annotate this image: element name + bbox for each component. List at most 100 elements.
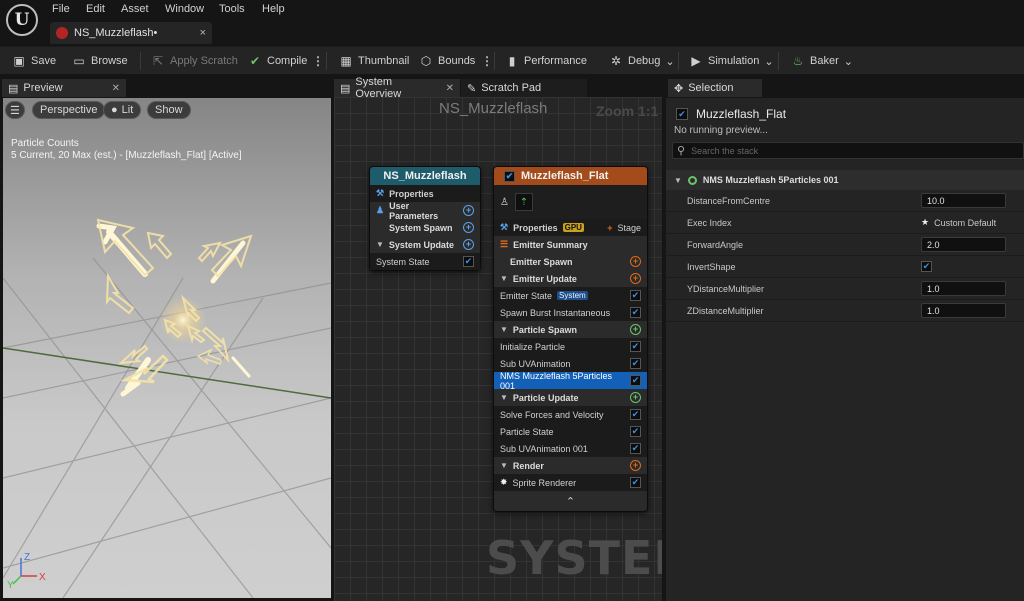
- enabled-checkbox[interactable]: ✔: [630, 358, 641, 369]
- particle-update-row[interactable]: ▼ Particle Update +: [494, 389, 647, 406]
- forward-angle-field[interactable]: 2.0: [921, 237, 1006, 252]
- distance-from-centre-field[interactable]: 10.0: [921, 193, 1006, 208]
- tab-preview[interactable]: ▤ Preview ✕: [2, 79, 126, 97]
- add-user-parameter-icon[interactable]: +: [463, 205, 474, 216]
- emitter-node[interactable]: ✔ Muzzleflash_Flat ♙ ⇡ ⚒ Properties GPU …: [493, 166, 648, 512]
- add-module-icon[interactable]: +: [630, 256, 641, 267]
- system-node[interactable]: NS_Muzzleflash ⚒ Properties ♟ User Param…: [369, 166, 481, 271]
- unreal-logo-icon[interactable]: U: [6, 4, 38, 36]
- viewport-options-button[interactable]: ☰: [5, 101, 25, 119]
- tab-scratch-pad[interactable]: ✎ Scratch Pad: [461, 79, 587, 97]
- collapse-triangle-icon[interactable]: ▼: [674, 176, 682, 185]
- menu-asset[interactable]: Asset: [121, 3, 149, 15]
- add-renderer-icon[interactable]: +: [630, 460, 641, 471]
- add-module-icon[interactable]: +: [630, 324, 641, 335]
- enabled-checkbox[interactable]: ✔: [463, 256, 474, 267]
- add-module-icon[interactable]: +: [463, 222, 474, 233]
- bounds-options-icon[interactable]: ⋮: [481, 54, 493, 68]
- menu-tools[interactable]: Tools: [219, 3, 245, 15]
- tab-system-overview[interactable]: ▤ System Overview ✕: [334, 76, 460, 100]
- sub-uv-animation-001-row[interactable]: Sub UVAnimation 001 ✔: [494, 440, 647, 457]
- enabled-checkbox[interactable]: ✔: [630, 341, 641, 352]
- menu-file[interactable]: File: [52, 3, 70, 15]
- browse-button[interactable]: ▭ Browse: [72, 47, 127, 75]
- emitter-properties-row[interactable]: ⚒ Properties GPU + Stage: [494, 219, 647, 236]
- close-icon[interactable]: ×: [200, 27, 206, 39]
- thumbnail-button[interactable]: ▦ Thumbnail: [339, 47, 409, 75]
- stage-label[interactable]: Stage: [617, 223, 641, 233]
- emitter-summary-row[interactable]: ☰ Emitter Summary: [494, 236, 647, 253]
- sprite-renderer-row[interactable]: ✸ Sprite Renderer ✔: [494, 474, 647, 491]
- enabled-checkbox[interactable]: ✔: [630, 426, 641, 437]
- preview-viewport[interactable]: Z X Y ☰ Perspective ● Lit Show Particle …: [3, 98, 331, 598]
- collapse-triangle-icon[interactable]: ▼: [500, 461, 508, 470]
- enabled-checkbox[interactable]: ✔: [630, 477, 641, 488]
- perspective-button[interactable]: Perspective: [32, 101, 106, 119]
- particle-state-row[interactable]: Particle State ✔: [494, 423, 647, 440]
- system-properties-label: Properties: [389, 188, 434, 199]
- add-module-icon[interactable]: +: [463, 239, 474, 250]
- collapse-triangle-icon[interactable]: ▼: [376, 240, 384, 249]
- system-state-row[interactable]: System State ✔: [370, 253, 480, 270]
- add-module-icon[interactable]: +: [630, 392, 641, 403]
- save-button[interactable]: ▣ Save: [12, 47, 56, 75]
- emitter-spawn-row[interactable]: Emitter Spawn +: [494, 253, 647, 270]
- exec-index-value[interactable]: ★ Custom Default: [921, 217, 996, 228]
- system-graph[interactable]: NS_Muzzleflash Zoom 1:1 SYSTEM NS_Muzzle…: [334, 97, 662, 601]
- enabled-checkbox[interactable]: ✔: [630, 307, 641, 318]
- compile-button[interactable]: ✔ Compile: [248, 47, 307, 75]
- compile-options-icon[interactable]: ⋮: [312, 54, 324, 68]
- folder-icon: ▭: [73, 54, 85, 68]
- collapse-triangle-icon[interactable]: ▼: [500, 393, 508, 402]
- menu-edit[interactable]: Edit: [86, 3, 105, 15]
- tab-selection[interactable]: ✥ Selection: [668, 79, 762, 97]
- close-icon[interactable]: ✕: [112, 83, 120, 94]
- collapse-node-button[interactable]: ⌃: [494, 491, 647, 511]
- menu-window[interactable]: Window: [165, 3, 204, 15]
- emitter-update-row[interactable]: ▼ Emitter Update +: [494, 270, 647, 287]
- user-parameters-row[interactable]: ♟ User Parameters +: [370, 201, 480, 221]
- collapse-triangle-icon[interactable]: ▼: [500, 274, 508, 283]
- solve-forces-row[interactable]: Solve Forces and Velocity ✔: [494, 406, 647, 423]
- sub-uv-animation-row[interactable]: Sub UVAnimation ✔: [494, 355, 647, 372]
- lit-button[interactable]: ● Lit: [103, 101, 142, 119]
- collapse-triangle-icon[interactable]: ▼: [500, 325, 508, 334]
- add-stage-icon[interactable]: +: [607, 223, 612, 233]
- menu-help[interactable]: Help: [262, 3, 285, 15]
- baker-dropdown[interactable]: ♨ Baker ⌄: [791, 47, 853, 75]
- viewport-scene: Z X Y: [3, 218, 331, 598]
- enabled-checkbox[interactable]: ✔: [630, 409, 641, 420]
- nms-module-row-selected[interactable]: NMS Muzzleflash 5Particles 001 ✔: [494, 371, 647, 391]
- separator: [678, 52, 679, 70]
- particle-spawn-row[interactable]: ▼ Particle Spawn +: [494, 321, 647, 338]
- apply-scratch-button[interactable]: ⇱ Apply Scratch: [151, 47, 238, 75]
- debug-dropdown[interactable]: ✲ Debug ⌄: [609, 47, 675, 75]
- document-tab[interactable]: NS_Muzzleflash• ×: [50, 22, 212, 44]
- enabled-checkbox[interactable]: ✔: [630, 443, 641, 454]
- close-icon[interactable]: ✕: [446, 83, 454, 94]
- add-module-icon[interactable]: +: [630, 273, 641, 284]
- render-row[interactable]: ▼ Render +: [494, 457, 647, 474]
- emitter-enabled-checkbox[interactable]: ✔: [676, 108, 688, 120]
- emitter-state-row[interactable]: Emitter State System ✔: [494, 287, 647, 304]
- enabled-checkbox[interactable]: ✔: [630, 375, 641, 386]
- invert-shape-checkbox[interactable]: ✔: [921, 261, 932, 272]
- bounds-button[interactable]: ⬡ Bounds: [419, 47, 476, 75]
- y-distance-multiplier-field[interactable]: 1.0: [921, 281, 1006, 296]
- emitter-enabled-checkbox[interactable]: ✔: [504, 170, 515, 182]
- emitter-thumbnail-icon[interactable]: ⇡: [514, 193, 533, 211]
- system-update-row[interactable]: ▼ System Update +: [370, 236, 480, 253]
- show-button[interactable]: Show: [147, 101, 191, 119]
- system-node-header[interactable]: NS_Muzzleflash: [370, 167, 480, 185]
- emitter-node-header[interactable]: ✔ Muzzleflash_Flat: [494, 167, 647, 185]
- performance-button[interactable]: ▮ Performance: [505, 47, 587, 75]
- enabled-checkbox[interactable]: ✔: [630, 290, 641, 301]
- search-stack-input[interactable]: ⚲ Search the stack: [672, 142, 1024, 159]
- simulation-dropdown[interactable]: ▶ Simulation ⌄: [689, 47, 773, 75]
- z-distance-multiplier-field[interactable]: 1.0: [921, 303, 1006, 318]
- initialize-particle-row[interactable]: Initialize Particle ✔: [494, 338, 647, 355]
- spawn-burst-row[interactable]: Spawn Burst Instantaneous ✔: [494, 304, 647, 321]
- module-header[interactable]: ▼ NMS Muzzleflash 5Particles 001: [666, 170, 1024, 190]
- system-properties-row[interactable]: ⚒ Properties: [370, 185, 480, 202]
- system-spawn-row[interactable]: System Spawn +: [370, 219, 480, 236]
